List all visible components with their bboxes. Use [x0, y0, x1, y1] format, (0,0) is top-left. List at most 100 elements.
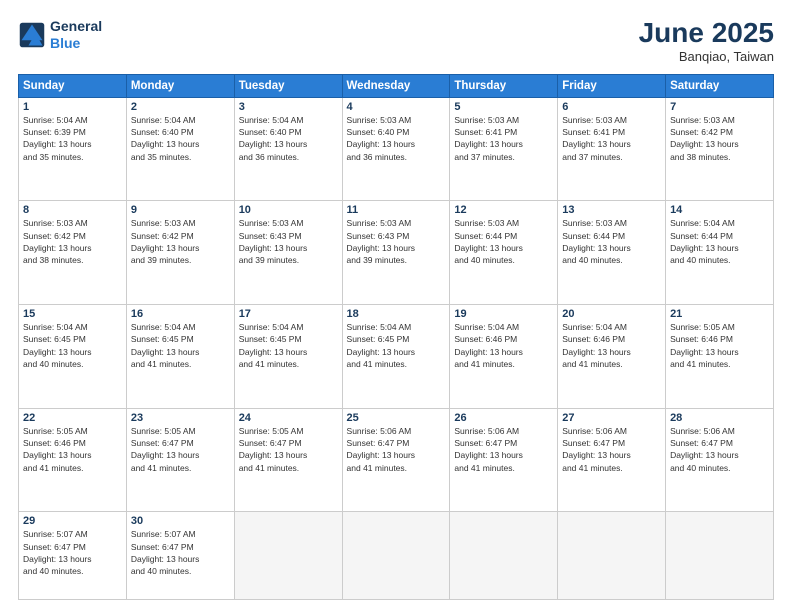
day-info: Sunrise: 5:03 AM Sunset: 6:40 PM Dayligh…: [347, 114, 446, 163]
col-header-saturday: Saturday: [666, 74, 774, 97]
calendar-table: SundayMondayTuesdayWednesdayThursdayFrid…: [18, 74, 774, 600]
day-number: 16: [131, 308, 230, 320]
day-info: Sunrise: 5:04 AM Sunset: 6:46 PM Dayligh…: [562, 321, 661, 370]
day-info: Sunrise: 5:06 AM Sunset: 6:47 PM Dayligh…: [454, 425, 553, 474]
day-cell: [342, 512, 450, 600]
col-header-wednesday: Wednesday: [342, 74, 450, 97]
day-cell: 18Sunrise: 5:04 AM Sunset: 6:45 PM Dayli…: [342, 305, 450, 409]
day-number: 2: [131, 101, 230, 113]
day-info: Sunrise: 5:04 AM Sunset: 6:45 PM Dayligh…: [23, 321, 122, 370]
day-number: 6: [562, 101, 661, 113]
day-number: 12: [454, 204, 553, 216]
day-cell: 6Sunrise: 5:03 AM Sunset: 6:41 PM Daylig…: [558, 97, 666, 201]
day-cell: 15Sunrise: 5:04 AM Sunset: 6:45 PM Dayli…: [19, 305, 127, 409]
title-block: June 2025 Banqiao, Taiwan: [639, 18, 774, 64]
day-number: 13: [562, 204, 661, 216]
day-info: Sunrise: 5:06 AM Sunset: 6:47 PM Dayligh…: [347, 425, 446, 474]
day-number: 5: [454, 101, 553, 113]
week-row-4: 22Sunrise: 5:05 AM Sunset: 6:46 PM Dayli…: [19, 408, 774, 512]
day-info: Sunrise: 5:03 AM Sunset: 6:42 PM Dayligh…: [23, 217, 122, 266]
day-cell: 7Sunrise: 5:03 AM Sunset: 6:42 PM Daylig…: [666, 97, 774, 201]
day-cell: 21Sunrise: 5:05 AM Sunset: 6:46 PM Dayli…: [666, 305, 774, 409]
day-info: Sunrise: 5:05 AM Sunset: 6:46 PM Dayligh…: [23, 425, 122, 474]
day-info: Sunrise: 5:04 AM Sunset: 6:39 PM Dayligh…: [23, 114, 122, 163]
logo-line1: General: [50, 18, 102, 35]
day-info: Sunrise: 5:03 AM Sunset: 6:43 PM Dayligh…: [239, 217, 338, 266]
calendar-subtitle: Banqiao, Taiwan: [639, 49, 774, 64]
day-cell: 11Sunrise: 5:03 AM Sunset: 6:43 PM Dayli…: [342, 201, 450, 305]
day-cell: 23Sunrise: 5:05 AM Sunset: 6:47 PM Dayli…: [126, 408, 234, 512]
day-cell: 22Sunrise: 5:05 AM Sunset: 6:46 PM Dayli…: [19, 408, 127, 512]
col-header-friday: Friday: [558, 74, 666, 97]
day-info: Sunrise: 5:04 AM Sunset: 6:40 PM Dayligh…: [239, 114, 338, 163]
week-row-1: 1Sunrise: 5:04 AM Sunset: 6:39 PM Daylig…: [19, 97, 774, 201]
calendar-title: June 2025: [639, 18, 774, 49]
day-number: 15: [23, 308, 122, 320]
day-cell: 24Sunrise: 5:05 AM Sunset: 6:47 PM Dayli…: [234, 408, 342, 512]
day-number: 11: [347, 204, 446, 216]
day-cell: 20Sunrise: 5:04 AM Sunset: 6:46 PM Dayli…: [558, 305, 666, 409]
day-cell: 2Sunrise: 5:04 AM Sunset: 6:40 PM Daylig…: [126, 97, 234, 201]
day-number: 3: [239, 101, 338, 113]
week-row-3: 15Sunrise: 5:04 AM Sunset: 6:45 PM Dayli…: [19, 305, 774, 409]
day-cell: 4Sunrise: 5:03 AM Sunset: 6:40 PM Daylig…: [342, 97, 450, 201]
day-info: Sunrise: 5:05 AM Sunset: 6:47 PM Dayligh…: [239, 425, 338, 474]
day-number: 9: [131, 204, 230, 216]
day-info: Sunrise: 5:04 AM Sunset: 6:40 PM Dayligh…: [131, 114, 230, 163]
day-info: Sunrise: 5:03 AM Sunset: 6:43 PM Dayligh…: [347, 217, 446, 266]
day-cell: [666, 512, 774, 600]
day-info: Sunrise: 5:07 AM Sunset: 6:47 PM Dayligh…: [131, 528, 230, 577]
day-cell: 12Sunrise: 5:03 AM Sunset: 6:44 PM Dayli…: [450, 201, 558, 305]
day-info: Sunrise: 5:04 AM Sunset: 6:46 PM Dayligh…: [454, 321, 553, 370]
col-header-thursday: Thursday: [450, 74, 558, 97]
day-info: Sunrise: 5:06 AM Sunset: 6:47 PM Dayligh…: [670, 425, 769, 474]
logo: General Blue: [18, 18, 102, 52]
day-number: 18: [347, 308, 446, 320]
day-cell: 3Sunrise: 5:04 AM Sunset: 6:40 PM Daylig…: [234, 97, 342, 201]
day-cell: 9Sunrise: 5:03 AM Sunset: 6:42 PM Daylig…: [126, 201, 234, 305]
day-number: 25: [347, 412, 446, 424]
day-info: Sunrise: 5:03 AM Sunset: 6:44 PM Dayligh…: [562, 217, 661, 266]
day-info: Sunrise: 5:03 AM Sunset: 6:42 PM Dayligh…: [131, 217, 230, 266]
day-info: Sunrise: 5:04 AM Sunset: 6:45 PM Dayligh…: [347, 321, 446, 370]
day-number: 23: [131, 412, 230, 424]
day-cell: 8Sunrise: 5:03 AM Sunset: 6:42 PM Daylig…: [19, 201, 127, 305]
logo-line2: Blue: [50, 35, 102, 52]
day-cell: [558, 512, 666, 600]
header-row: SundayMondayTuesdayWednesdayThursdayFrid…: [19, 74, 774, 97]
day-cell: 10Sunrise: 5:03 AM Sunset: 6:43 PM Dayli…: [234, 201, 342, 305]
col-header-monday: Monday: [126, 74, 234, 97]
day-cell: 16Sunrise: 5:04 AM Sunset: 6:45 PM Dayli…: [126, 305, 234, 409]
day-cell: 27Sunrise: 5:06 AM Sunset: 6:47 PM Dayli…: [558, 408, 666, 512]
day-info: Sunrise: 5:04 AM Sunset: 6:45 PM Dayligh…: [131, 321, 230, 370]
day-number: 19: [454, 308, 553, 320]
day-cell: [450, 512, 558, 600]
day-cell: 14Sunrise: 5:04 AM Sunset: 6:44 PM Dayli…: [666, 201, 774, 305]
day-cell: 28Sunrise: 5:06 AM Sunset: 6:47 PM Dayli…: [666, 408, 774, 512]
page: General Blue June 2025 Banqiao, Taiwan S…: [0, 0, 792, 612]
header: General Blue June 2025 Banqiao, Taiwan: [18, 18, 774, 64]
day-cell: 13Sunrise: 5:03 AM Sunset: 6:44 PM Dayli…: [558, 201, 666, 305]
day-number: 7: [670, 101, 769, 113]
day-cell: 17Sunrise: 5:04 AM Sunset: 6:45 PM Dayli…: [234, 305, 342, 409]
day-info: Sunrise: 5:04 AM Sunset: 6:44 PM Dayligh…: [670, 217, 769, 266]
day-number: 1: [23, 101, 122, 113]
day-info: Sunrise: 5:05 AM Sunset: 6:46 PM Dayligh…: [670, 321, 769, 370]
day-number: 4: [347, 101, 446, 113]
col-header-sunday: Sunday: [19, 74, 127, 97]
day-number: 20: [562, 308, 661, 320]
day-cell: 25Sunrise: 5:06 AM Sunset: 6:47 PM Dayli…: [342, 408, 450, 512]
day-info: Sunrise: 5:03 AM Sunset: 6:41 PM Dayligh…: [454, 114, 553, 163]
day-number: 17: [239, 308, 338, 320]
day-number: 14: [670, 204, 769, 216]
day-cell: 1Sunrise: 5:04 AM Sunset: 6:39 PM Daylig…: [19, 97, 127, 201]
day-number: 27: [562, 412, 661, 424]
day-cell: 26Sunrise: 5:06 AM Sunset: 6:47 PM Dayli…: [450, 408, 558, 512]
day-number: 22: [23, 412, 122, 424]
day-cell: 5Sunrise: 5:03 AM Sunset: 6:41 PM Daylig…: [450, 97, 558, 201]
day-number: 30: [131, 515, 230, 527]
col-header-tuesday: Tuesday: [234, 74, 342, 97]
day-number: 10: [239, 204, 338, 216]
day-number: 28: [670, 412, 769, 424]
day-cell: 29Sunrise: 5:07 AM Sunset: 6:47 PM Dayli…: [19, 512, 127, 600]
